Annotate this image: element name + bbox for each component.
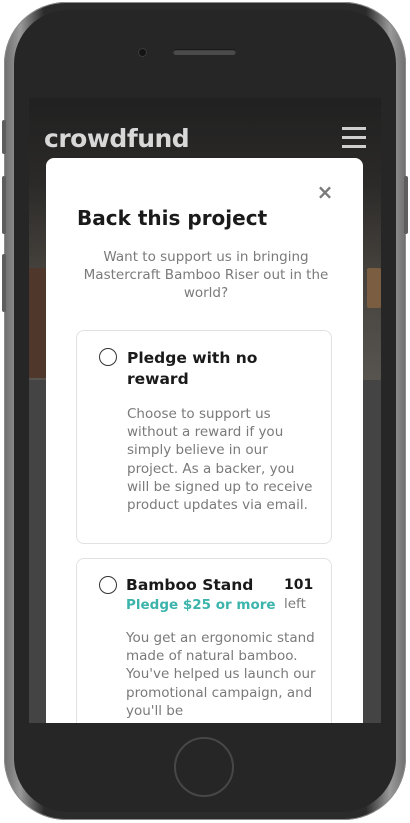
modal-title: Back this project (77, 206, 268, 230)
radio-button[interactable] (99, 348, 117, 366)
back-project-modal: × Back this project Want to support us i… (46, 158, 363, 723)
hamburger-line (342, 127, 366, 130)
stock-left-count: 101 (284, 577, 314, 593)
front-camera-icon (139, 49, 146, 56)
stock-left-label: left (284, 596, 306, 612)
hamburger-menu-icon[interactable] (342, 127, 366, 149)
hamburger-line (342, 145, 366, 148)
reward-card-no-reward[interactable]: Pledge with no reward Choose to support … (76, 330, 332, 544)
hamburger-line (342, 136, 366, 139)
close-icon[interactable]: × (316, 182, 334, 202)
reward-description: You get an ergonomic stand made of natur… (126, 630, 316, 719)
earpiece-speaker (173, 49, 236, 55)
crowdfund-logo[interactable]: crowdfund (44, 124, 190, 153)
phone-side-button-power (404, 176, 408, 234)
phone-screen: crowdfund × Back this project Want to su… (29, 98, 381, 723)
radio-button[interactable] (99, 576, 117, 594)
home-button[interactable] (174, 737, 234, 797)
reward-title[interactable]: Bamboo Stand (126, 575, 276, 596)
phone-side-button-mute (2, 120, 6, 154)
pledge-amount: Pledge $25 or more (126, 597, 276, 613)
reward-description: Choose to support us without a reward if… (127, 406, 313, 514)
modal-description: Want to support us in bringing Mastercra… (83, 249, 329, 301)
phone-side-button-volume-down (2, 254, 6, 312)
reward-card-bamboo-stand[interactable]: Bamboo Stand Pledge $25 or more 101 left… (76, 558, 332, 723)
reward-title[interactable]: Pledge with no reward (127, 348, 277, 390)
phone-side-button-volume-up (2, 176, 6, 234)
